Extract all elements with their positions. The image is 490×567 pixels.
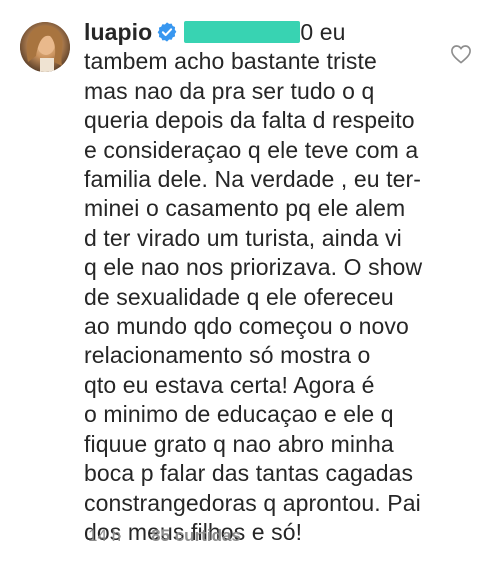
- heart-outline-icon[interactable]: [450, 44, 472, 64]
- mention-tail: 0 eu: [300, 19, 346, 45]
- redacted-mention: [184, 21, 301, 43]
- comment-meta: 14 h 85 curtidas: [88, 526, 241, 546]
- comment-line: mas nao da pra ser tudo o q: [84, 77, 375, 104]
- comment-line: d ter virado um turista, ainda vi: [84, 224, 402, 251]
- comment-line: familia dele. Na verdade , eu ter-: [84, 166, 422, 193]
- comment-line: ao mundo qdo começou o novo: [84, 313, 409, 340]
- comment-line: relacionamento só mostra o: [84, 342, 371, 369]
- comment-username[interactable]: luapio: [84, 19, 152, 45]
- comment-line: minei o casamento pq ele alem: [84, 195, 406, 222]
- comment-line: o minimo de educaçao e ele q: [84, 401, 394, 428]
- comment-time[interactable]: 14 h: [88, 526, 121, 546]
- comment-line: boca p falar das tantas cagadas: [84, 460, 414, 487]
- comment-line: queria depois da falta d respeito: [84, 107, 415, 134]
- comment: luapio 0 eu tambem acho bastante triste m…: [0, 0, 490, 567]
- avatar[interactable]: [20, 22, 70, 72]
- comment-body: luapio 0 eu tambem acho bastante triste m…: [84, 18, 456, 547]
- comment-line: q ele nao nos priorizava. O show: [84, 254, 423, 281]
- comment-line: tambem acho bastante triste: [84, 48, 377, 75]
- likes-count[interactable]: 85 curtidas: [151, 526, 241, 546]
- comment-line: e consideraçao q ele teve com a: [84, 136, 419, 163]
- comment-line: fiquue grato q nao abro minha: [84, 430, 394, 457]
- verified-badge-icon: [157, 22, 177, 42]
- comment-line: qto eu estava certa! Agora é: [84, 371, 375, 398]
- comment-line: constrangedoras q aprontou. Pai: [84, 489, 421, 516]
- first-line: luapio 0 eu: [84, 18, 456, 47]
- comment-line: de sexualidade q ele ofereceu: [84, 283, 394, 310]
